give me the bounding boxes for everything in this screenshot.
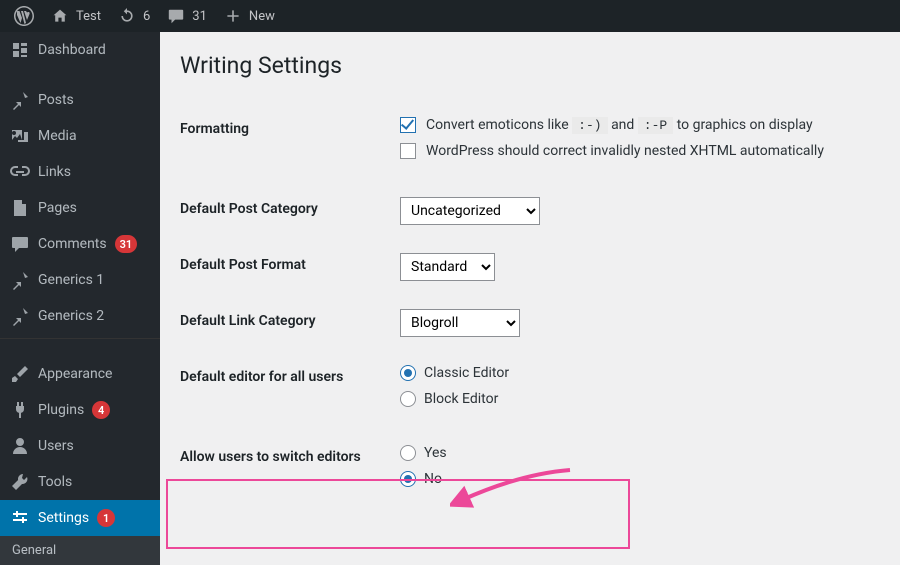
- switch-no-label: No: [424, 471, 442, 487]
- sliders-icon: [10, 508, 30, 528]
- emoticons-text-pre: Convert emoticons like: [426, 117, 569, 133]
- row-switch-label: Allow users to switch editors: [180, 445, 400, 465]
- default-link-category-select[interactable]: Blogroll: [400, 309, 520, 337]
- page-title: Writing Settings: [180, 52, 880, 79]
- adminbar-new[interactable]: New: [215, 0, 283, 32]
- xhtml-text: WordPress should correct invalidly neste…: [426, 143, 824, 159]
- sidebar-item-label: Users: [38, 438, 74, 454]
- editor-block-label: Block Editor: [424, 391, 498, 407]
- sidebar-item-label: Settings: [38, 510, 89, 526]
- home-icon: [50, 6, 70, 26]
- user-icon: [10, 436, 30, 456]
- link-icon: [10, 162, 30, 182]
- sidebar-item-appearance[interactable]: Appearance: [0, 356, 160, 392]
- sidebar-item-users[interactable]: Users: [0, 428, 160, 464]
- sidebar-item-pages[interactable]: Pages: [0, 190, 160, 226]
- pin-icon: [10, 270, 30, 290]
- pin-icon: [10, 90, 30, 110]
- sidebar-item-label: Plugins: [38, 402, 84, 418]
- sidebar-item-posts[interactable]: Posts: [0, 82, 160, 118]
- brush-icon: [10, 364, 30, 384]
- sidebar-submenu-general[interactable]: General: [0, 536, 160, 565]
- wordpress-logo-icon: [14, 6, 34, 26]
- sidebar-item-comments[interactable]: Comments 31: [0, 226, 160, 262]
- sidebar-item-tools[interactable]: Tools: [0, 464, 160, 500]
- emoticons-text-and: and: [611, 117, 634, 133]
- admin-sidebar: Dashboard Posts Media Links Pages Comments 31 G…: [0, 32, 160, 534]
- row-default-editor: Default editor for all users Classic Edi…: [180, 351, 880, 431]
- formatting-xhtml-option[interactable]: WordPress should correct invalidly neste…: [400, 143, 880, 159]
- row-editor-label: Default editor for all users: [180, 365, 400, 385]
- sidebar-item-settings[interactable]: Settings 1: [0, 500, 160, 536]
- row-allow-switch: Allow users to switch editors Yes No: [180, 431, 880, 511]
- pin-icon: [10, 306, 30, 326]
- row-default-link-category: Default Link Category Blogroll: [180, 295, 880, 351]
- row-link-cat-label: Default Link Category: [180, 309, 400, 329]
- sidebar-item-label: Dashboard: [38, 42, 106, 58]
- adminbar-comments-count: 31: [192, 9, 207, 24]
- content-area: Writing Settings Formatting Convert emot…: [160, 32, 900, 534]
- sidebar-badge: 31: [115, 235, 138, 253]
- editor-classic-label: Classic Editor: [424, 365, 509, 381]
- dashboard-icon: [10, 40, 30, 60]
- admin-bar: Test 6 31 New: [0, 0, 900, 32]
- sidebar-item-label: Pages: [38, 200, 77, 216]
- plug-icon: [10, 400, 30, 420]
- sidebar-item-generics1[interactable]: Generics 1: [0, 262, 160, 298]
- adminbar-comments[interactable]: 31: [158, 0, 215, 32]
- emoticons-checkbox[interactable]: [400, 117, 416, 133]
- sidebar-item-label: Appearance: [38, 366, 112, 382]
- comment-icon: [166, 6, 186, 26]
- editor-block-radio[interactable]: [400, 391, 416, 407]
- sidebar-item-label: Comments: [38, 236, 107, 252]
- sidebar-item-label: Generics 2: [38, 308, 104, 324]
- emoticons-text-post: to graphics on display: [677, 117, 813, 133]
- xhtml-checkbox[interactable]: [400, 143, 416, 159]
- row-formatting-label: Formatting: [180, 117, 400, 137]
- wrench-icon: [10, 472, 30, 492]
- refresh-icon: [117, 6, 137, 26]
- row-default-format: Default Post Format Standard: [180, 239, 880, 295]
- sidebar-item-plugins[interactable]: Plugins 4: [0, 392, 160, 428]
- row-format-label: Default Post Format: [180, 253, 400, 273]
- plus-icon: [223, 6, 243, 26]
- adminbar-site-name[interactable]: Test: [42, 0, 109, 32]
- adminbar-wp-logo[interactable]: [6, 0, 42, 32]
- editor-classic-radio[interactable]: [400, 365, 416, 381]
- media-icon: [10, 126, 30, 146]
- formatting-emoticons-option[interactable]: Convert emoticons like :-) and :-P to gr…: [400, 117, 880, 133]
- switch-yes-label: Yes: [424, 445, 447, 461]
- default-category-select[interactable]: Uncategorized: [400, 197, 540, 225]
- row-category-label: Default Post Category: [180, 197, 400, 217]
- adminbar-updates-count: 6: [143, 9, 150, 24]
- sidebar-item-label: Media: [38, 128, 77, 144]
- editor-classic-option[interactable]: Classic Editor: [400, 365, 880, 381]
- sidebar-badge: 4: [92, 401, 110, 419]
- sidebar-item-label: Links: [38, 164, 71, 180]
- row-default-category: Default Post Category Uncategorized: [180, 183, 880, 239]
- sidebar-item-generics2[interactable]: Generics 2: [0, 298, 160, 334]
- sidebar-item-label: Tools: [38, 474, 72, 490]
- adminbar-new-label: New: [249, 9, 275, 24]
- adminbar-updates[interactable]: 6: [109, 0, 158, 32]
- switch-yes-radio[interactable]: [400, 445, 416, 461]
- emoticon-code-b: :-P: [638, 117, 673, 134]
- sidebar-item-links[interactable]: Links: [0, 154, 160, 190]
- switch-no-option[interactable]: No: [400, 471, 880, 487]
- switch-no-radio[interactable]: [400, 471, 416, 487]
- adminbar-site-label: Test: [76, 9, 101, 24]
- row-formatting: Formatting Convert emoticons like :-) an…: [180, 103, 880, 183]
- sidebar-badge: 1: [97, 509, 115, 527]
- sidebar-item-media[interactable]: Media: [0, 118, 160, 154]
- emoticon-code-a: :-): [572, 117, 607, 134]
- sidebar-item-dashboard[interactable]: Dashboard: [0, 32, 160, 68]
- editor-block-option[interactable]: Block Editor: [400, 391, 880, 407]
- switch-yes-option[interactable]: Yes: [400, 445, 880, 461]
- sidebar-item-label: Generics 1: [38, 272, 104, 288]
- comment-icon: [10, 234, 30, 254]
- sidebar-item-label: Posts: [38, 92, 74, 108]
- default-format-select[interactable]: Standard: [400, 253, 495, 281]
- page-icon: [10, 198, 30, 218]
